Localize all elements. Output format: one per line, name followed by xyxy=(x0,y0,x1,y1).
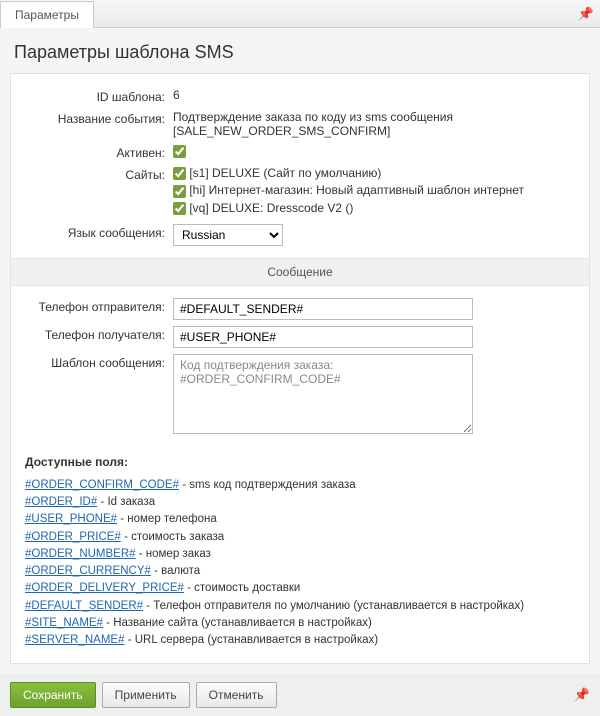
field-desc: - номер заказ xyxy=(136,548,211,560)
field-line: #ORDER_ID# - Id заказа xyxy=(25,494,575,511)
field-desc: - стоимость доставки xyxy=(184,582,300,594)
field-line: #ORDER_NUMBER# - номер заказ xyxy=(25,546,575,563)
cancel-button[interactable]: Отменить xyxy=(196,682,277,708)
field-line: #DEFAULT_SENDER# - Телефон отправителя п… xyxy=(25,598,575,615)
label-active: Активен: xyxy=(25,144,173,160)
label-sender-phone: Телефон отправителя: xyxy=(25,298,173,314)
site-checkbox[interactable] xyxy=(173,185,186,198)
field-macro-link[interactable]: #ORDER_ID# xyxy=(25,496,97,508)
label-sites: Сайты: xyxy=(25,166,173,182)
field-line: #ORDER_DELIVERY_PRICE# - стоимость доста… xyxy=(25,580,575,597)
label-event-name: Название события: xyxy=(25,110,173,126)
field-macro-link[interactable]: #DEFAULT_SENDER# xyxy=(25,600,143,612)
site-option[interactable]: [vq] DELUXE: Dresscode V2 () xyxy=(173,201,575,215)
page-title: Параметры шаблона SMS xyxy=(0,28,600,73)
site-option[interactable]: [hi] Интернет-магазин: Новый адаптивный … xyxy=(173,183,575,197)
pin-icon[interactable]: 📌 xyxy=(578,6,594,22)
field-macro-link[interactable]: #USER_PHONE# xyxy=(25,513,117,525)
label-recipient-phone: Телефон получателя: xyxy=(25,326,173,342)
field-line: #ORDER_CONFIRM_CODE# - sms код подтвержд… xyxy=(25,477,575,494)
input-sender-phone[interactable] xyxy=(173,298,473,320)
label-lang: Язык сообщения: xyxy=(25,224,173,240)
field-macro-link[interactable]: #SERVER_NAME# xyxy=(25,634,125,646)
site-option[interactable]: [s1] DELUXE (Сайт по умолчанию) xyxy=(173,166,575,180)
sites-list: [s1] DELUXE (Сайт по умолчанию) [hi] Инт… xyxy=(173,166,575,218)
tab-bar: Параметры 📌 xyxy=(0,0,600,28)
field-macro-link[interactable]: #SITE_NAME# xyxy=(25,617,103,629)
field-desc: - номер телефона xyxy=(117,513,217,525)
field-macro-link[interactable]: #ORDER_NUMBER# xyxy=(25,548,136,560)
available-fields-title: Доступные поля: xyxy=(25,455,575,469)
select-language[interactable]: Russian xyxy=(173,224,283,246)
field-desc: - Название сайта (устанавливается в наст… xyxy=(103,617,372,629)
apply-button[interactable]: Применить xyxy=(102,682,190,708)
pin-icon-bottom[interactable]: 📌 xyxy=(574,687,590,703)
section-message-header: Сообщение xyxy=(11,258,589,286)
field-line: #ORDER_PRICE# - стоимость заказа xyxy=(25,529,575,546)
field-line: #SERVER_NAME# - URL сервера (устанавлива… xyxy=(25,632,575,649)
field-macro-link[interactable]: #ORDER_CONFIRM_CODE# xyxy=(25,479,179,491)
site-checkbox[interactable] xyxy=(173,167,186,180)
button-bar: Сохранить Применить Отменить 📌 xyxy=(0,674,600,716)
form-panel: ID шаблона: 6 Название события: Подтверж… xyxy=(10,73,590,664)
field-line: #USER_PHONE# - номер телефона xyxy=(25,511,575,528)
field-line: #ORDER_CURRENCY# - валюта xyxy=(25,563,575,580)
field-desc: - валюта xyxy=(151,565,200,577)
label-template-body: Шаблон сообщения: xyxy=(25,354,173,370)
field-macro-link[interactable]: #ORDER_DELIVERY_PRICE# xyxy=(25,582,184,594)
field-desc: - Id заказа xyxy=(97,496,155,508)
field-macro-link[interactable]: #ORDER_PRICE# xyxy=(25,531,121,543)
value-template-id: 6 xyxy=(173,88,575,102)
field-desc: - стоимость заказа xyxy=(121,531,224,543)
site-checkbox[interactable] xyxy=(173,202,186,215)
checkbox-active[interactable] xyxy=(173,145,186,158)
field-line: #SITE_NAME# - Название сайта (устанавлив… xyxy=(25,615,575,632)
field-macro-link[interactable]: #ORDER_CURRENCY# xyxy=(25,565,151,577)
textarea-template-body[interactable] xyxy=(173,354,473,434)
input-recipient-phone[interactable] xyxy=(173,326,473,348)
field-desc: - URL сервера (устанавливается в настрой… xyxy=(125,634,379,646)
available-fields-list: #ORDER_CONFIRM_CODE# - sms код подтвержд… xyxy=(25,477,575,650)
field-desc: - sms код подтверждения заказа xyxy=(179,479,356,491)
tab-parameters[interactable]: Параметры xyxy=(0,1,94,28)
value-event-name: Подтверждение заказа по коду из sms сооб… xyxy=(173,110,575,138)
label-template-id: ID шаблона: xyxy=(25,88,173,104)
field-desc: - Телефон отправителя по умолчанию (уста… xyxy=(143,600,524,612)
save-button[interactable]: Сохранить xyxy=(10,682,96,708)
